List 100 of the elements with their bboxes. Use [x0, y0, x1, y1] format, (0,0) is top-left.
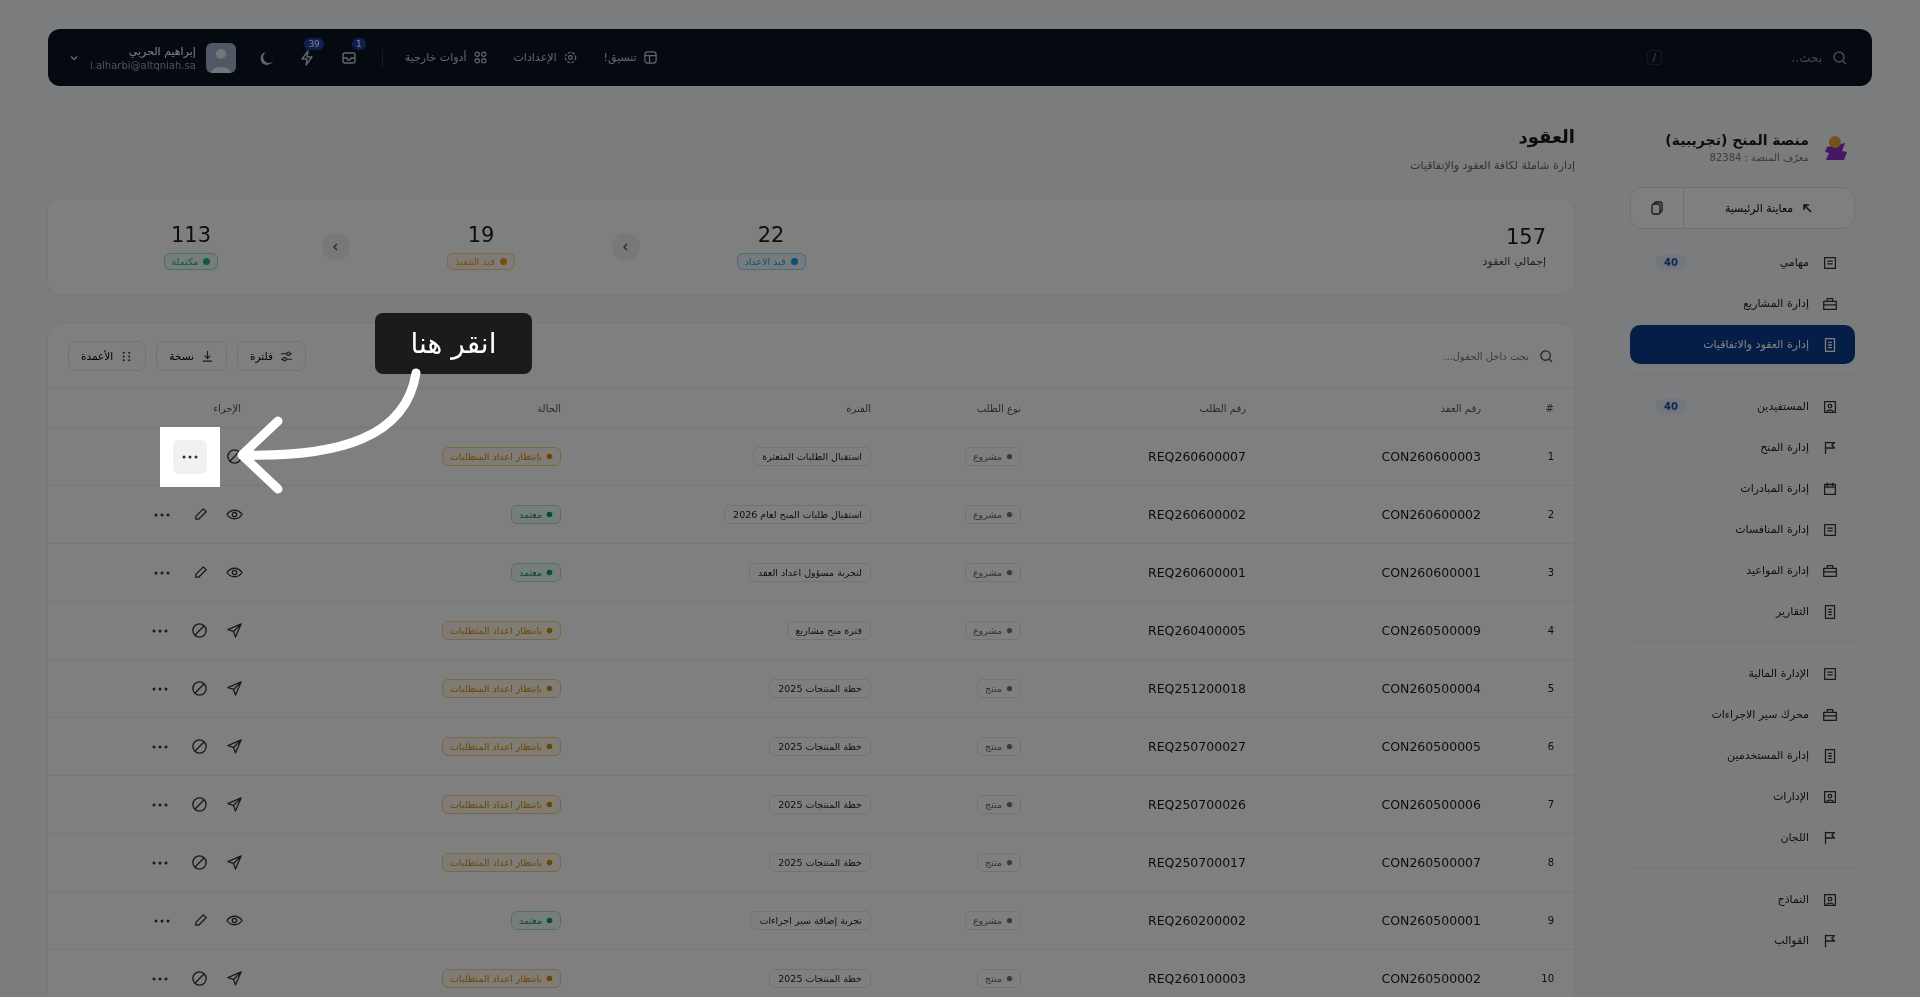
stat-value: 157: [1505, 225, 1546, 249]
preview-button[interactable]: معاينة الرئيسية: [1683, 188, 1854, 228]
pencil-icon[interactable]: [193, 913, 208, 928]
layout-icon: [642, 50, 658, 65]
dot-icon: [1006, 685, 1013, 692]
dot-icon: [546, 859, 553, 866]
send-icon[interactable]: [226, 854, 243, 871]
count-badge: 40: [1656, 255, 1686, 270]
send-icon[interactable]: [226, 680, 243, 697]
column-header: الإجراء: [212, 402, 242, 414]
type-tag: مشروع: [964, 505, 1021, 524]
status-tag: معتمد: [510, 911, 561, 930]
status-tag: بانتظار اعداد المتطلبات: [441, 969, 561, 988]
sidebar-item[interactable]: إدارة المنح: [1630, 428, 1855, 467]
send-icon[interactable]: [226, 970, 243, 987]
column-header: رقم الطلب: [1198, 402, 1247, 414]
sidebar-item[interactable]: إدارة المنافسات: [1630, 510, 1855, 549]
period-tag: لتجربة مسؤول اعداد العقد: [749, 563, 871, 582]
dot-icon: [546, 975, 553, 982]
more-icon: [152, 686, 168, 691]
sidebar-item[interactable]: إدارة المستخدمين: [1630, 736, 1855, 775]
sidebar-item[interactable]: إدارة المواعيد: [1630, 551, 1855, 590]
period-tag: استقبال الطلبات المتعثرة: [753, 447, 871, 466]
pencil-icon[interactable]: [193, 507, 208, 522]
sliders-icon: [279, 349, 293, 363]
sidebar-item[interactable]: إدارة العقود والاتفاقيات: [1630, 325, 1855, 364]
search-field[interactable]: بحث.. /: [1618, 49, 1848, 66]
dot-icon: [546, 743, 553, 750]
dot-icon: [1006, 917, 1013, 924]
dot-icon: [1006, 453, 1013, 460]
toolbar-link[interactable]: الإعدادات: [513, 50, 578, 65]
page-subtitle: إدارة شاملة لكافة العقود والإتفاقيات: [1409, 159, 1575, 172]
period-tag: خطة المنتجات 2025: [769, 737, 871, 756]
type-tag: منتج: [977, 795, 1021, 814]
toolbar-link[interactable]: أدوات خارجية: [404, 50, 488, 65]
row-number: 2: [1547, 509, 1554, 520]
dot-icon: [1006, 801, 1013, 808]
sidebar-item[interactable]: النماذج: [1630, 880, 1855, 919]
dot-icon: [1006, 859, 1013, 866]
table-cell: CON260500006: [1381, 797, 1481, 812]
sidebar-item[interactable]: اللجان: [1630, 818, 1855, 857]
dot-icon: [546, 685, 553, 692]
table-cell: REQ260100003: [1148, 971, 1246, 986]
more-icon: [154, 570, 170, 575]
arrow-icon: [1801, 202, 1814, 214]
sidebar-item[interactable]: الإدارات: [1630, 777, 1855, 816]
toolbar-link[interactable]: تنسيق!: [603, 50, 658, 65]
status-tag: معتمد: [510, 563, 561, 582]
table-cell: CON260600002: [1381, 507, 1481, 522]
row-number: 6: [1547, 741, 1554, 752]
grid-icon: [472, 50, 488, 65]
send-icon[interactable]: [226, 738, 243, 755]
sidebar-item[interactable]: القوالب: [1630, 921, 1855, 960]
period-tag: خطة المنتجات 2025: [769, 795, 871, 814]
column-header: الحالة: [536, 402, 562, 414]
stat-label: إجمالي العقود: [1482, 255, 1546, 268]
sidebar-item[interactable]: محرك سير الاجراءات: [1630, 695, 1855, 734]
stat-value: 19: [467, 223, 495, 247]
status-tag: بانتظار اعداد المتطلبات: [441, 795, 561, 814]
type-tag: منتج: [977, 737, 1021, 756]
type-tag: منتج: [977, 853, 1021, 872]
dot-icon: [546, 511, 553, 518]
send-icon[interactable]: [226, 622, 243, 639]
page-title: العقود: [1517, 126, 1575, 147]
status-tag: بانتظار اعداد المتطلبات: [441, 679, 561, 698]
type-tag: منتج: [977, 969, 1021, 988]
table-cell: CON260500002: [1381, 971, 1481, 986]
table-cell: CON260600003: [1381, 449, 1481, 464]
settings-icon: [562, 50, 578, 65]
table-cell: REQ260200002: [1148, 913, 1246, 928]
dot-icon: [546, 917, 553, 924]
send-icon[interactable]: [226, 796, 243, 813]
toolbar-button[interactable]: نسخة: [156, 341, 227, 371]
sidebar-item[interactable]: التقارير: [1630, 592, 1855, 631]
download-icon: [200, 349, 214, 363]
dot-icon: [546, 569, 553, 576]
row-number: 1: [1547, 451, 1554, 462]
toolbar-button[interactable]: الأعمدة: [68, 341, 147, 371]
sidebar-item[interactable]: الإدارة المالية: [1630, 654, 1855, 693]
column-header: نوع الطلب: [975, 402, 1022, 414]
status-tag: بانتظار اعداد المتطلبات: [441, 853, 561, 872]
pencil-icon[interactable]: [193, 565, 208, 580]
table-cell: REQ251200018: [1148, 681, 1246, 696]
block-icon[interactable]: [226, 448, 243, 465]
sidebar-item[interactable]: إدارة المبادرات: [1630, 469, 1855, 508]
table-cell: CON260500007: [1381, 855, 1481, 870]
sidebar-item[interactable]: إدارة المشاريع: [1630, 284, 1855, 323]
toolbar-button[interactable]: فلترة: [236, 341, 306, 371]
dot-icon: [546, 801, 553, 808]
more-icon: [152, 802, 168, 807]
more-icon: [152, 744, 168, 749]
more-icon: [154, 918, 170, 923]
dot-icon: [1006, 743, 1013, 750]
type-tag: مشروع: [964, 621, 1021, 640]
stat-value: 113: [170, 223, 212, 247]
status-tag: قيد الاعداد: [736, 253, 806, 270]
status-tag: مكتملة: [163, 253, 219, 270]
row-number: 5: [1547, 683, 1554, 694]
more-icon: [154, 512, 170, 517]
dot-icon: [790, 258, 798, 265]
